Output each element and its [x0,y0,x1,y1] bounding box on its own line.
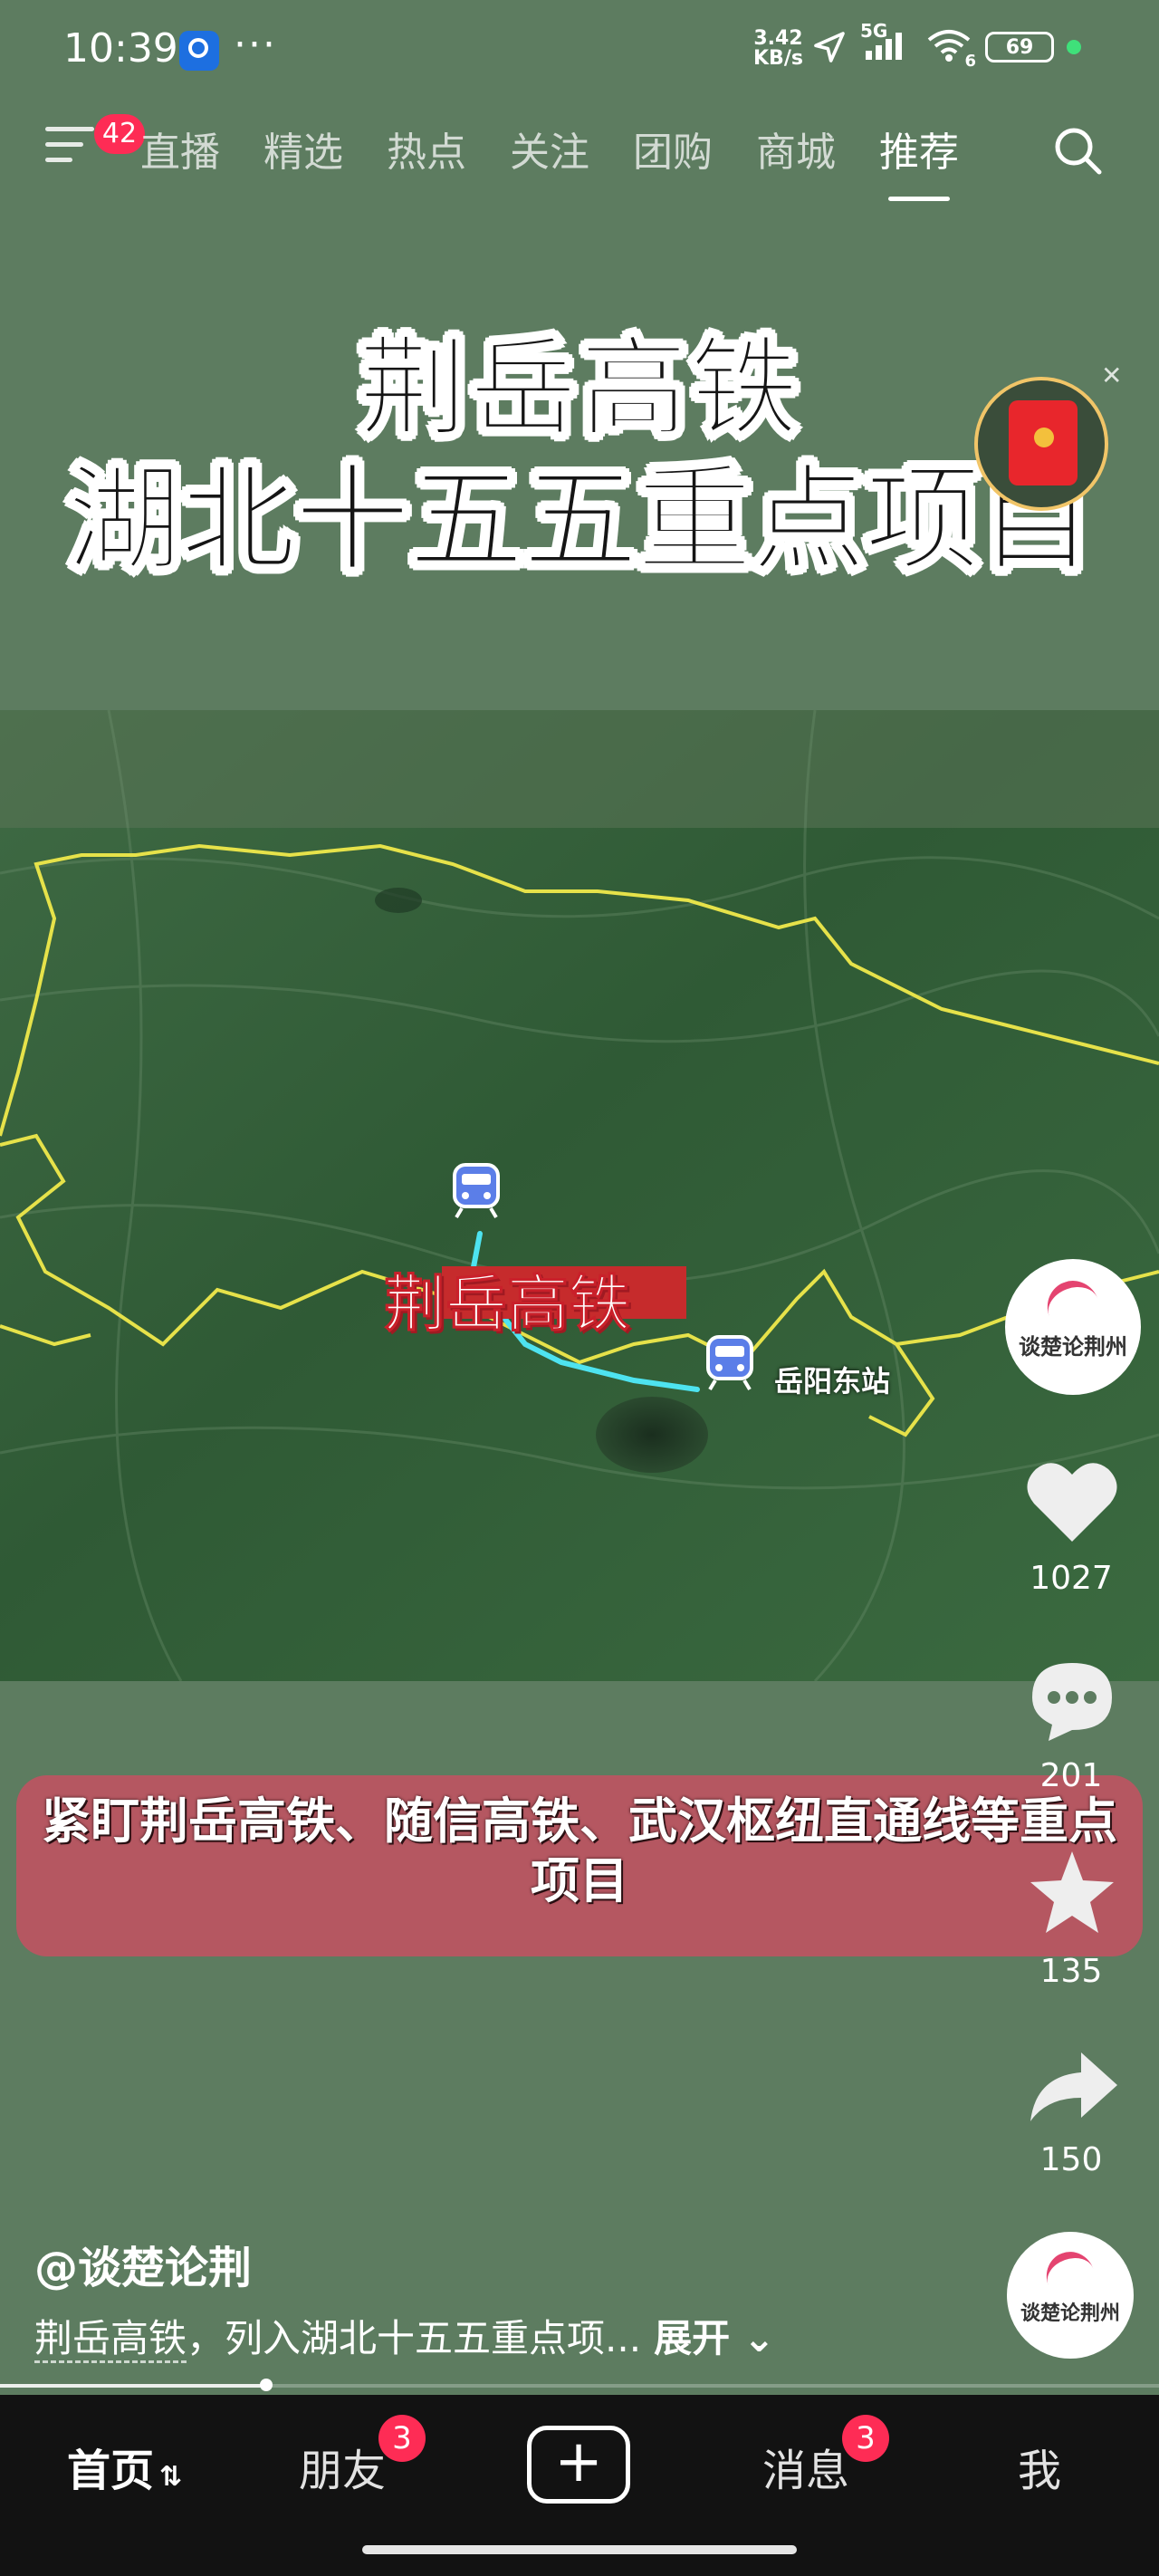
train-icon [706,1335,753,1391]
feed-tabs: 直播 精选 热点 关注 团购 商城 推荐 [140,120,959,201]
nav-messages-label: 消息 [762,2446,850,2496]
expand-label: 展开 [654,2316,731,2360]
description-topic-link[interactable]: 荆岳高铁 [34,2316,187,2363]
tab-hot[interactable]: 热点 [387,120,466,178]
nav-home-label: 首页 [67,2446,155,2496]
status-right: 5G 6 69 [811,20,1081,71]
music-avatar-text: 谈楚论荆州 [1020,2302,1120,2326]
avatar-text: 谈楚论荆州 [1019,1333,1127,1360]
chevron-down-icon: ⌄ [730,2316,775,2360]
create-post-button[interactable]: + [527,2426,630,2504]
app-notification-icon [179,31,219,71]
messages-badge: 3 [842,2415,889,2462]
train-icon [453,1163,500,1219]
privacy-indicator-icon [1067,40,1081,54]
comment-count: 201 [1039,1757,1103,1794]
home-indicator[interactable] [362,2545,797,2554]
tab-recommend[interactable]: 推荐 [879,120,959,201]
location-icon [814,32,845,62]
tab-following[interactable]: 关注 [510,120,589,178]
author-avatar[interactable]: 谈楚论荆州 [1005,1259,1141,1395]
tab-mall[interactable]: 商城 [756,120,836,178]
route-label: 荆岳高铁 [383,1269,631,1341]
video-caption: 紧盯荆岳高铁、随信高铁、武汉枢纽直通线等重点项目 [16,1775,1143,1956]
author-name[interactable]: @谈楚论荆 [34,2232,252,2295]
comment-icon[interactable] [1027,1658,1117,1745]
nav-me[interactable]: 我 [1018,2435,1061,2498]
share-icon[interactable] [1027,2049,1121,2125]
search-icon[interactable] [1050,123,1105,178]
menu-icon-bar [45,158,72,162]
friends-badge: 3 [378,2415,426,2462]
map-image [0,710,1159,1681]
menu-icon-bar [45,127,94,131]
red-packet-button[interactable] [974,377,1108,511]
favorite-icon[interactable] [1027,1848,1117,1938]
top-nav: 42 直播 精选 热点 关注 团购 商城 推荐 [0,109,1159,201]
network-type: 5G [860,20,888,42]
expand-button[interactable]: 展开 ⌄ [654,2316,775,2360]
favorite-count: 135 [1039,1953,1103,1990]
tab-live[interactable]: 直播 [140,120,220,178]
nav-friends[interactable]: 朋友 3 [299,2415,426,2498]
video-progress-bar[interactable] [0,2379,1159,2391]
video-description: 荆岳高铁，列入湖北十五五重点项... 展开 ⌄ [34,2308,775,2363]
share-count: 150 [1039,2141,1103,2178]
network-speed-value: 3.42 [753,27,803,50]
menu-button[interactable]: 42 [45,114,145,181]
lake [596,1397,708,1473]
close-icon[interactable]: ✕ [1101,360,1122,390]
music-avatar[interactable]: 谈楚论荆州 [1007,2232,1134,2359]
station-label: 岳阳东站 [774,1364,891,1399]
satellite-map [0,710,1159,1681]
network-speed: 3.42 KB/s [753,29,803,69]
status-time: 10:39 [63,25,178,72]
nav-messages[interactable]: 消息 3 [762,2415,889,2498]
red-envelope-icon [1009,400,1078,485]
like-icon[interactable] [1025,1458,1119,1545]
description-text: ，列入湖北十五五重点项... [187,2316,642,2360]
refresh-icon: ⇅ [159,2461,183,2493]
menu-icon-bar [45,142,83,147]
signal-indicator: 5G [860,20,913,67]
plus-icon: + [554,2428,603,2495]
network-speed-unit: KB/s [753,47,803,70]
status-bar: 10:39 ··· 3.42 KB/s 5G 6 69 [0,0,1159,100]
video-progress-fill [0,2384,267,2388]
wifi-indicator: 6 [925,27,976,71]
battery-level: 69 [1005,35,1034,59]
menu-badge: 42 [94,114,145,154]
nav-me-label: 我 [1018,2446,1062,2496]
tab-group-buy[interactable]: 团购 [633,120,713,178]
battery-icon: 69 [985,32,1054,62]
video-progress-handle[interactable] [260,2379,273,2391]
nav-friends-label: 朋友 [299,2446,387,2496]
wifi-sub: 6 [964,52,976,71]
tab-featured[interactable]: 精选 [263,120,343,178]
more-notifications-icon: ··· [234,22,277,68]
nav-home[interactable]: 首页 ⇅ [67,2435,182,2498]
like-count: 1027 [1030,1560,1113,1597]
